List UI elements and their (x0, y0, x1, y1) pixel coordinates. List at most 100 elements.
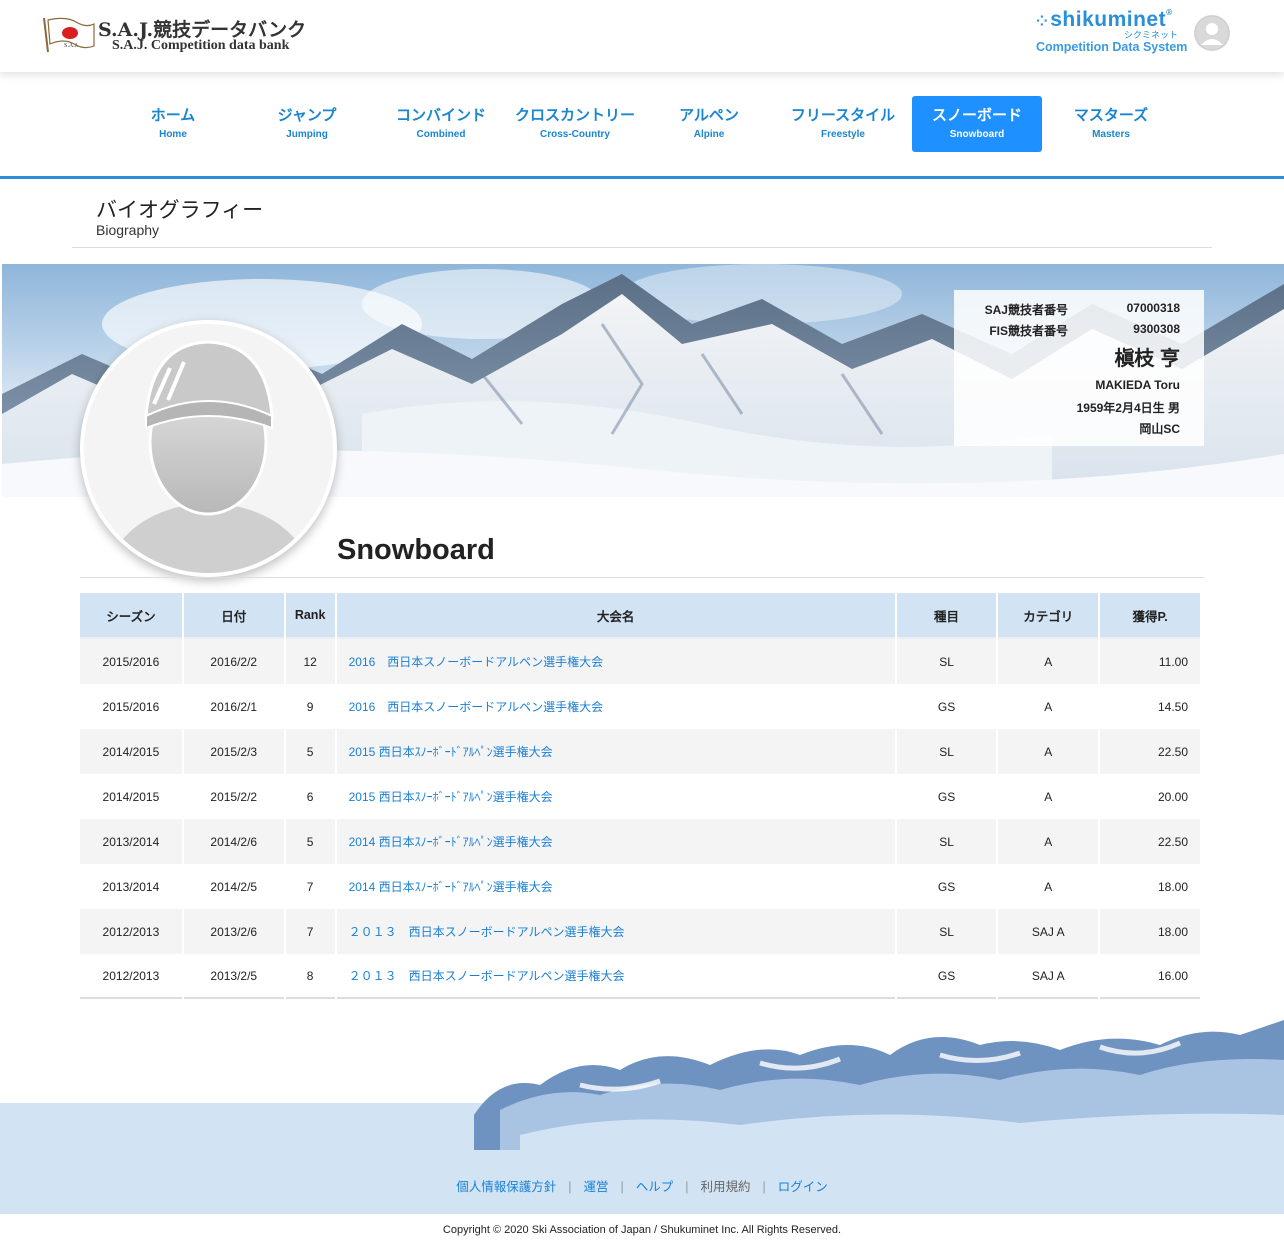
cell-category: SAJ A (998, 909, 1099, 954)
cell-category: A (998, 774, 1099, 819)
cell-category: A (998, 864, 1099, 909)
cell-season: 2012/2013 (80, 954, 182, 999)
cell-event: 2014 西日本ｽﾉｰﾎﾞｰﾄﾞｱﾙﾍﾟﾝ選手権大会 (336, 864, 895, 909)
table-row: 2014/2015 2015/2/3 5 2015 西日本ｽﾉｰﾎﾞｰﾄﾞｱﾙﾍ… (80, 729, 1200, 774)
cell-event: 2016 西日本スノーボードアルペン選手権大会 (336, 684, 895, 729)
page-title: バイオグラフィー (96, 199, 264, 222)
cell-rank: 5 (285, 819, 335, 864)
cell-points: 22.50 (1100, 729, 1200, 774)
cell-discipline: SL (896, 909, 997, 954)
footer-link-operator[interactable]: 運営 (583, 1180, 608, 1194)
column-header-season[interactable]: シーズン (80, 593, 182, 639)
nav-label-jp: ホーム (150, 107, 196, 124)
nav-label-jp: クロスカントリー (514, 107, 635, 124)
cell-points: 22.50 (1100, 819, 1200, 864)
event-link[interactable]: 2014 西日本ｽﾉｰﾎﾞｰﾄﾞｱﾙﾍﾟﾝ選手権大会 (349, 880, 553, 894)
saj-number-label: SAJ競技者番号 (984, 303, 1068, 317)
event-link[interactable]: 2014 西日本ｽﾉｰﾎﾞｰﾄﾞｱﾙﾍﾟﾝ選手権大会 (349, 835, 553, 849)
event-link[interactable]: 2015 西日本ｽﾉｰﾎﾞｰﾄﾞｱﾙﾍﾟﾝ選手権大会 (349, 745, 553, 759)
athlete-club: 岡山SC (1139, 422, 1180, 436)
event-link[interactable]: 2016 西日本スノーボードアルペン選手権大会 (349, 655, 604, 669)
nav-item-combined[interactable]: コンバインド Combined (376, 96, 506, 152)
japan-flag-icon: S.A.J. (43, 17, 95, 53)
sport-divider (80, 577, 1204, 578)
fis-number-label: FIS競技者番号 (989, 324, 1068, 338)
nav-label-jp: ジャンプ (277, 107, 337, 124)
cell-discipline: GS (896, 684, 997, 729)
nav-label-en: Combined (416, 129, 466, 140)
copyright-text: Copyright © 2020 Ski Association of Japa… (442, 1224, 842, 1236)
cell-rank: 7 (285, 909, 335, 954)
column-header-points[interactable]: 獲得P. (1100, 593, 1200, 639)
footer-separator: | (685, 1180, 689, 1194)
table-row: 2013/2014 2014/2/6 5 2014 西日本ｽﾉｰﾎﾞｰﾄﾞｱﾙﾍ… (80, 819, 1200, 864)
cell-category: A (998, 684, 1099, 729)
athlete-name-en: MAKIEDA Toru (1095, 378, 1180, 392)
table-header-row: シーズン 日付 Rank 大会名 種目 カテゴリ 獲得P. (80, 593, 1200, 639)
cell-season: 2012/2013 (80, 909, 182, 954)
nav-label-en: Alpine (693, 129, 725, 140)
site-header: S.A.J. S.A.J.競技データバンク S.A.J. Competition… (0, 0, 1284, 72)
footer-link-terms[interactable]: 利用規約 (701, 1180, 751, 1194)
column-header-event[interactable]: 大会名 (336, 593, 895, 639)
results-table: シーズン 日付 Rank 大会名 種目 カテゴリ 獲得P. 2015/2016 … (78, 593, 1202, 999)
event-link[interactable]: 2016 西日本スノーボードアルペン選手権大会 (349, 700, 604, 714)
footer-separator: | (568, 1180, 572, 1194)
event-link[interactable]: ２０１３ 西日本スノーボードアルペン選手権大会 (349, 925, 625, 939)
nav-item-cross-country[interactable]: クロスカントリー Cross-Country (510, 96, 640, 152)
column-header-date[interactable]: 日付 (183, 593, 284, 639)
footer-separator: | (762, 1180, 766, 1194)
nav-item-snowboard[interactable]: スノーボード Snowboard (912, 96, 1042, 152)
registered-mark-icon: ® (1166, 8, 1173, 17)
nav-label-en: Jumping (286, 129, 328, 140)
footer-mountain-illustration (474, 1020, 1284, 1150)
cell-points: 18.00 (1100, 864, 1200, 909)
site-logo[interactable]: S.A.J. S.A.J.競技データバンク S.A.J. Competition… (42, 14, 312, 58)
athlete-placeholder-icon (84, 324, 333, 573)
table-row: 2015/2016 2016/2/2 12 2016 西日本スノーボードアルペン… (80, 639, 1200, 684)
nav-label-en: Masters (1092, 129, 1130, 140)
nav-item-masters[interactable]: マスターズ Masters (1046, 96, 1176, 152)
cell-discipline: GS (896, 774, 997, 819)
nav-item-alpine[interactable]: アルペン Alpine (644, 96, 774, 152)
svg-text:S.A.J.: S.A.J. (64, 43, 79, 49)
cell-category: A (998, 729, 1099, 774)
nav-label-en: Freestyle (821, 129, 865, 140)
athlete-info-card: SAJ競技者番号 07000318 FIS競技者番号 9300308 槇枝 亨 … (954, 290, 1204, 446)
nav-item-freestyle[interactable]: フリースタイル Freestyle (778, 96, 908, 152)
column-header-rank[interactable]: Rank (285, 593, 335, 639)
cell-date: 2015/2/2 (183, 774, 284, 819)
cell-date: 2014/2/6 (183, 819, 284, 864)
nav-item-home[interactable]: ホーム Home (108, 96, 238, 152)
cell-date: 2016/2/2 (183, 639, 284, 684)
footer-link-privacy[interactable]: 個人情報保護方針 (456, 1180, 556, 1194)
column-header-category[interactable]: カテゴリ (998, 593, 1099, 639)
cell-category: A (998, 819, 1099, 864)
partner-logo[interactable]: ⁘shikuminet® シクミネット Competition Data Sys… (1036, 8, 1188, 60)
table-row: 2013/2014 2014/2/5 7 2014 西日本ｽﾉｰﾎﾞｰﾄﾞｱﾙﾍ… (80, 864, 1200, 909)
cell-event: 2015 西日本ｽﾉｰﾎﾞｰﾄﾞｱﾙﾍﾟﾝ選手権大会 (336, 729, 895, 774)
cell-rank: 7 (285, 864, 335, 909)
user-avatar-icon[interactable] (1194, 15, 1230, 51)
event-link[interactable]: ２０１３ 西日本スノーボードアルペン選手権大会 (349, 969, 625, 983)
table-row: 2014/2015 2015/2/2 6 2015 西日本ｽﾉｰﾎﾞｰﾄﾞｱﾙﾍ… (80, 774, 1200, 819)
nav-item-jumping[interactable]: ジャンプ Jumping (242, 96, 372, 152)
nav-label-jp: コンバインド (395, 107, 486, 124)
cell-discipline: SL (896, 729, 997, 774)
cell-points: 14.50 (1100, 684, 1200, 729)
cell-discipline: GS (896, 864, 997, 909)
nav-label-jp: アルペン (679, 107, 739, 124)
event-link[interactable]: 2015 西日本ｽﾉｰﾎﾞｰﾄﾞｱﾙﾍﾟﾝ選手権大会 (349, 790, 553, 804)
page-subtitle: Biography (96, 222, 160, 238)
partner-dots-icon: ⁘ (1036, 13, 1049, 29)
cell-date: 2013/2/5 (183, 954, 284, 999)
footer-link-login[interactable]: ログイン (778, 1180, 828, 1194)
footer-link-help[interactable]: ヘルプ (636, 1180, 674, 1194)
athlete-photo (80, 320, 337, 577)
main-nav: ホーム Home ジャンプ Jumping コンバインド Combined クロ… (0, 72, 1284, 179)
table-row: 2012/2013 2013/2/5 8 ２０１３ 西日本スノーボードアルペン選… (80, 954, 1200, 999)
table-row: 2015/2016 2016/2/1 9 2016 西日本スノーボードアルペン選… (80, 684, 1200, 729)
nav-label-en: Snowboard (949, 129, 1005, 140)
column-header-discipline[interactable]: 種目 (896, 593, 997, 639)
cell-category: A (998, 639, 1099, 684)
